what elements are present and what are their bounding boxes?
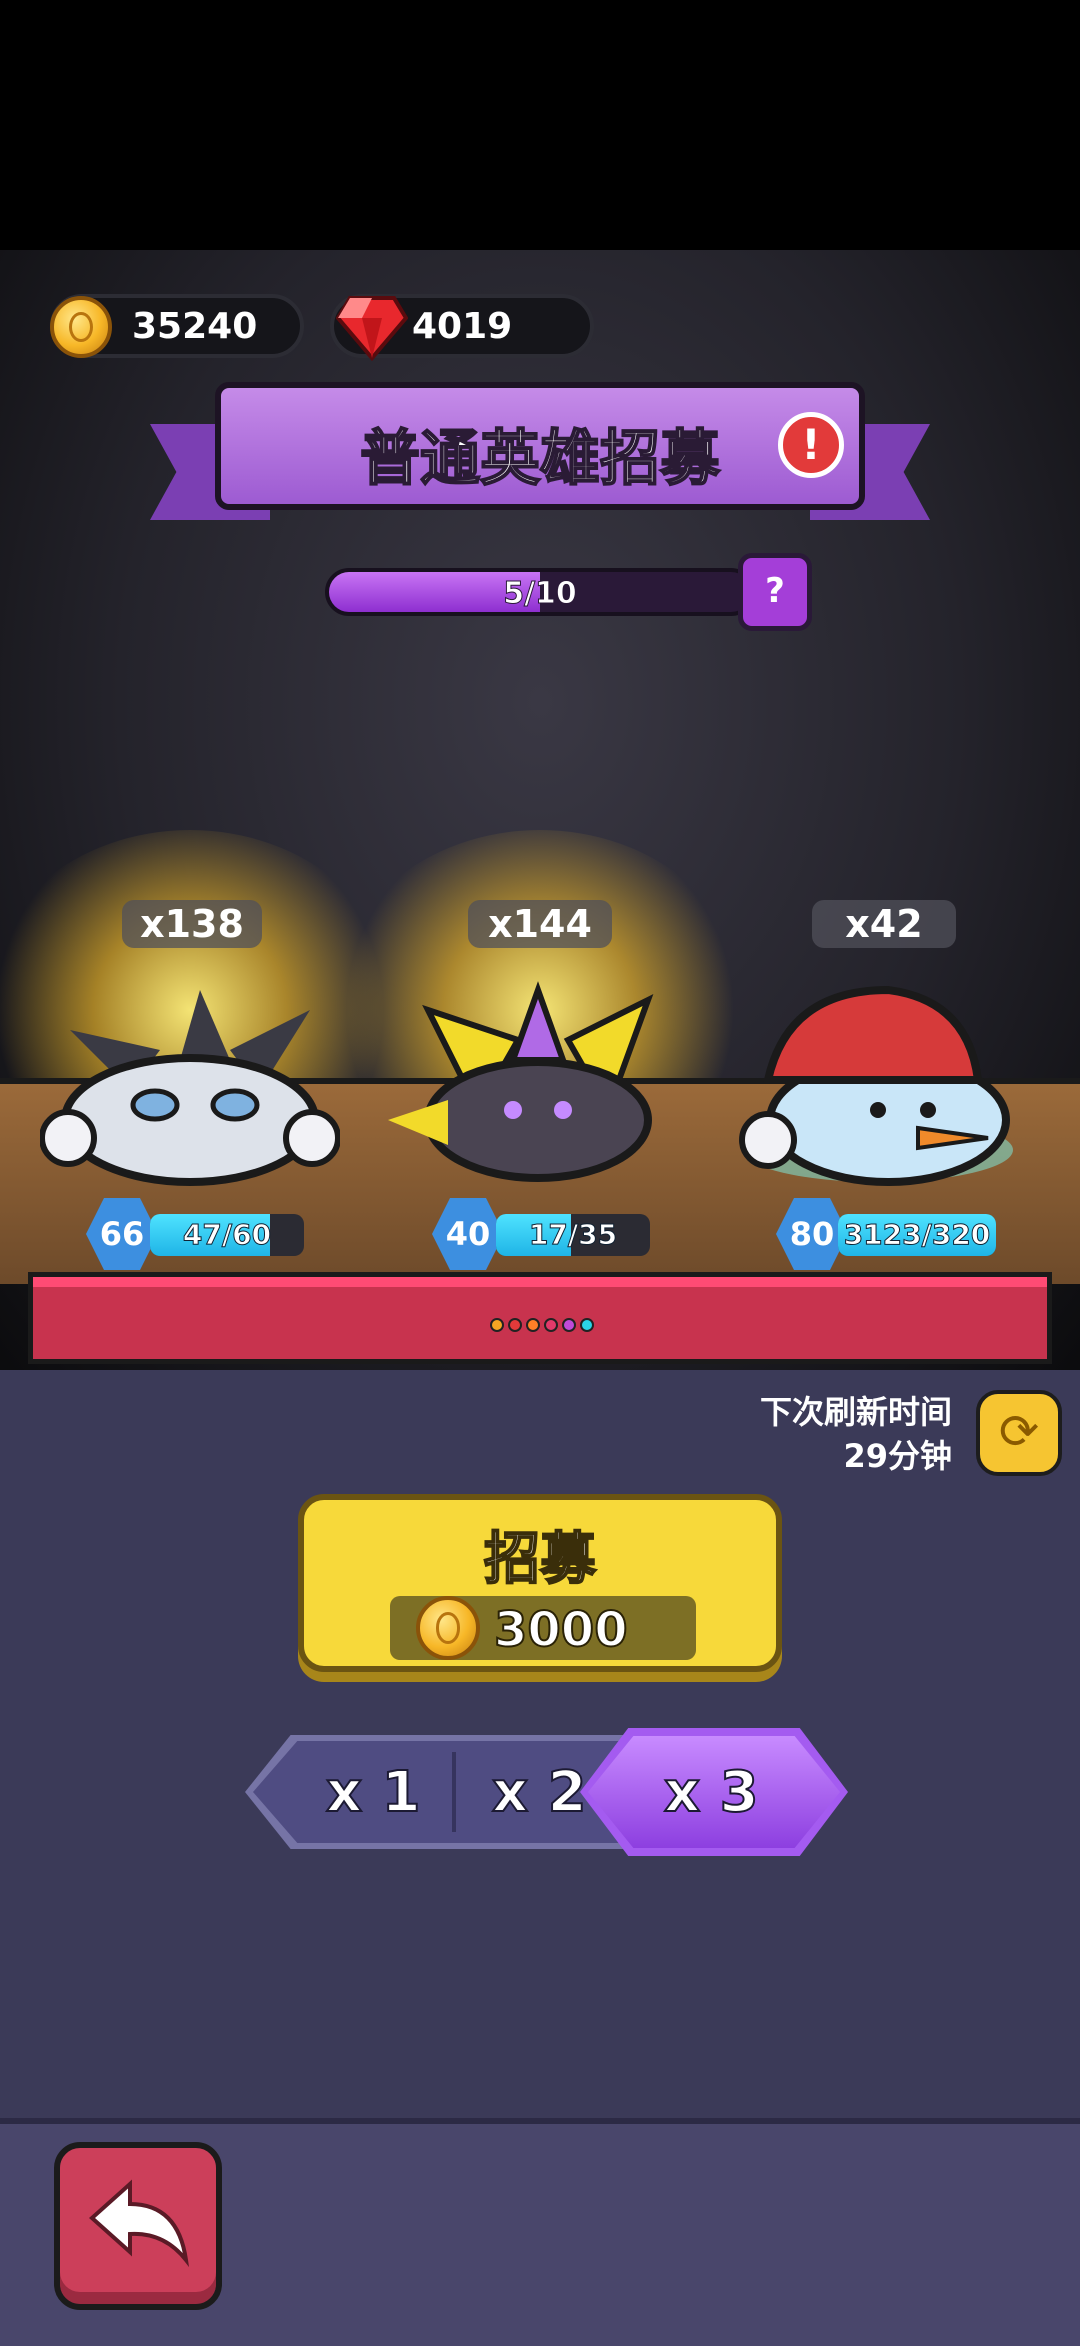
purple-armored-beast-icon[interactable] xyxy=(388,970,688,1190)
gem-counter: 4019 xyxy=(330,294,594,362)
spiky-rock-creature-icon[interactable] xyxy=(40,970,340,1190)
page-dot xyxy=(526,1318,540,1332)
multiplier-x3[interactable]: x 3 xyxy=(663,1759,760,1826)
recruit-cost-value: 3000 xyxy=(493,1601,629,1659)
hero-shards-1: 47/60 xyxy=(182,1218,272,1252)
gold-counter: 35240 xyxy=(50,294,304,358)
question-icon: ? xyxy=(765,571,785,611)
refresh-timer: 下次刷新时间 29分钟 xyxy=(760,1390,952,1478)
page-indicator xyxy=(490,1318,594,1332)
page-dot xyxy=(490,1318,504,1332)
hero-shard-bar-1: 47/60 xyxy=(150,1214,304,1256)
back-button[interactable] xyxy=(54,2142,222,2310)
recruit-banner: 普通英雄招募 xyxy=(215,382,865,510)
page-dot xyxy=(508,1318,522,1332)
page-dot xyxy=(544,1318,558,1332)
recruit-cost: 3000 xyxy=(390,1596,696,1660)
progress-help-button[interactable]: ? xyxy=(738,553,812,631)
gold-coin-icon xyxy=(416,1596,480,1660)
hero-shard-bar-2: 17/35 xyxy=(496,1214,650,1256)
ruby-gem-icon xyxy=(336,296,408,362)
exclamation-icon: ! xyxy=(801,420,821,469)
hero-count-3: x42 xyxy=(812,900,956,948)
page-dot xyxy=(562,1318,576,1332)
alert-info-button[interactable]: ! xyxy=(778,412,844,478)
multiplier-x1[interactable]: x 1 xyxy=(325,1759,422,1826)
multiplier-divider xyxy=(452,1752,456,1832)
refresh-icon: ⟳ xyxy=(998,1404,1040,1460)
gold-coin-icon xyxy=(50,296,112,358)
recruit-button[interactable]: 招募 3000 xyxy=(298,1494,782,1672)
hero-shards-3: 3123/320 xyxy=(843,1218,991,1252)
banner-title: 普通英雄招募 xyxy=(359,423,721,495)
hero-count-1: x138 xyxy=(122,900,262,948)
hero-shard-bar-3: 3123/320 xyxy=(838,1214,996,1256)
gold-amount: 35240 xyxy=(132,306,258,347)
snowman-hat-icon[interactable] xyxy=(728,970,1028,1190)
hero-count-2: x144 xyxy=(468,900,612,948)
recruit-progress-bar: 5/10 xyxy=(325,568,755,616)
gem-amount: 4019 xyxy=(412,306,513,347)
refresh-time: 29分钟 xyxy=(843,1437,952,1475)
multiplier-x2[interactable]: x 2 xyxy=(491,1759,588,1826)
refresh-button[interactable]: ⟳ xyxy=(976,1390,1062,1476)
recruit-label: 招募 xyxy=(483,1526,597,1593)
hero-shards-2: 17/35 xyxy=(528,1218,618,1252)
refresh-label: 下次刷新时间 xyxy=(759,1393,952,1431)
progress-text: 5/10 xyxy=(503,576,578,612)
page-dot xyxy=(580,1318,594,1332)
return-arrow-icon xyxy=(89,2179,190,2268)
